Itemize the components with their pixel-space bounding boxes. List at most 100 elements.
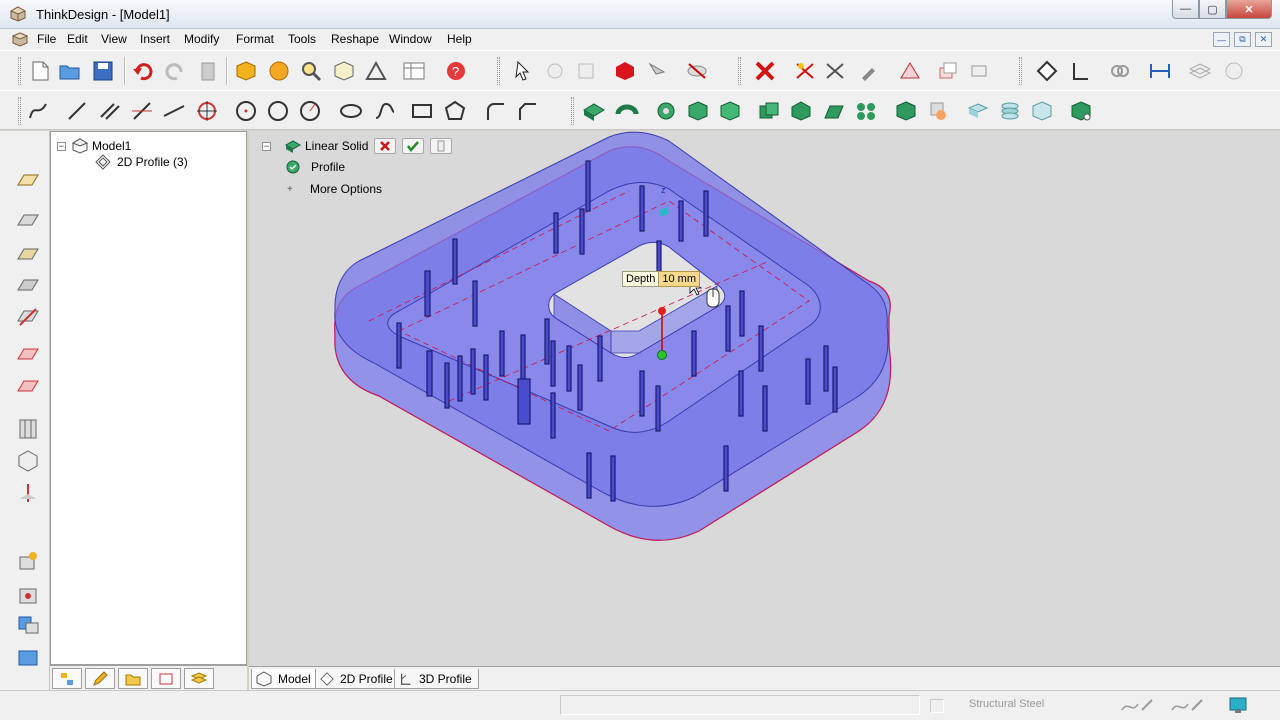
toolbar-grip[interactable] bbox=[738, 57, 741, 85]
menu-window[interactable]: Window bbox=[389, 32, 432, 46]
stack-icon[interactable] bbox=[998, 100, 1022, 122]
menu-edit[interactable]: Edit bbox=[67, 32, 88, 46]
preview-command-button[interactable] bbox=[430, 138, 453, 154]
collapse-toggle[interactable]: − bbox=[262, 141, 271, 151]
collapse-toggle[interactable]: − bbox=[57, 141, 66, 151]
red-shape-icon[interactable] bbox=[613, 60, 637, 82]
tab-model[interactable]: Model bbox=[251, 669, 318, 689]
confirm-command-button[interactable] bbox=[402, 138, 425, 154]
plane-normal-icon[interactable] bbox=[16, 274, 40, 298]
circle-center-icon[interactable] bbox=[234, 100, 258, 122]
tangent-line-icon[interactable] bbox=[162, 100, 186, 122]
box-solid-icon[interactable] bbox=[686, 100, 710, 122]
redo-icon[interactable] bbox=[163, 60, 187, 82]
circle-3pt-icon[interactable] bbox=[266, 100, 290, 122]
pattern-icon[interactable] bbox=[854, 100, 878, 122]
polygon-icon[interactable] bbox=[443, 100, 467, 122]
insert-part-icon[interactable] bbox=[16, 549, 40, 573]
offset-icon[interactable] bbox=[936, 60, 960, 82]
angle-line-icon[interactable] bbox=[130, 100, 154, 122]
plane-angle-icon[interactable] bbox=[16, 305, 40, 329]
tab-model-tree[interactable] bbox=[52, 668, 82, 689]
diamond-icon[interactable] bbox=[1035, 60, 1059, 82]
toolbar-grip[interactable] bbox=[497, 57, 500, 85]
crosshair-icon[interactable] bbox=[195, 100, 219, 122]
assembly-icon[interactable] bbox=[16, 583, 40, 607]
column-icon[interactable] bbox=[16, 417, 40, 441]
delete-icon[interactable] bbox=[753, 60, 777, 82]
tool-wrench-icon[interactable] bbox=[858, 60, 882, 82]
menu-view[interactable]: View bbox=[101, 32, 127, 46]
thicken-icon[interactable] bbox=[966, 100, 990, 122]
monitor-icon[interactable] bbox=[1228, 695, 1248, 715]
arc-icon[interactable] bbox=[298, 100, 322, 122]
box-frame-icon[interactable] bbox=[16, 449, 40, 473]
view-cube-icon[interactable] bbox=[332, 60, 356, 82]
library-icon[interactable] bbox=[16, 645, 40, 669]
tree-node-2d-profile[interactable]: 2D Profile (3) bbox=[95, 154, 188, 170]
select-pointer-icon[interactable] bbox=[510, 60, 534, 82]
section-icon[interactable] bbox=[1030, 100, 1054, 122]
toolbar-grip[interactable] bbox=[571, 97, 574, 125]
new-file-icon[interactable] bbox=[28, 60, 52, 82]
doc-close-button[interactable]: ✕ bbox=[1255, 32, 1272, 47]
measure-icon[interactable] bbox=[364, 60, 388, 82]
trim-icon[interactable] bbox=[793, 60, 817, 82]
tab-favorites[interactable] bbox=[118, 668, 148, 689]
split-solid-icon[interactable] bbox=[894, 100, 918, 122]
close-button[interactable]: ✕ bbox=[1226, 0, 1272, 19]
depth-value[interactable]: 10 mm bbox=[659, 271, 700, 287]
slab-icon[interactable] bbox=[822, 100, 846, 122]
hide-icon[interactable] bbox=[685, 60, 709, 82]
sketch-mode-icon[interactable] bbox=[1118, 696, 1158, 714]
layers-icon[interactable] bbox=[1188, 60, 1212, 82]
tab-draw[interactable] bbox=[85, 668, 115, 689]
rectangle-icon[interactable] bbox=[410, 100, 434, 122]
tab-3d-profile[interactable]: 3D Profile bbox=[394, 669, 479, 689]
box-icon[interactable] bbox=[234, 60, 258, 82]
depth-input[interactable]: Depth 10 mm bbox=[622, 271, 700, 287]
command-more-options-row[interactable]: + More Options bbox=[287, 182, 382, 196]
menu-reshape[interactable]: Reshape bbox=[331, 32, 379, 46]
3d-viewport[interactable]: z − Linear Solid Profile + More Options … bbox=[249, 131, 1280, 666]
render-icon[interactable] bbox=[1222, 60, 1246, 82]
sphere-icon[interactable] bbox=[267, 60, 291, 82]
revolve-solid-icon[interactable] bbox=[615, 100, 639, 122]
help-icon[interactable]: ? bbox=[444, 60, 468, 82]
toolbar-grip[interactable] bbox=[1019, 57, 1022, 85]
command-profile-row[interactable]: Profile bbox=[286, 160, 345, 174]
save-icon[interactable] bbox=[91, 60, 115, 82]
zoom-icon[interactable] bbox=[299, 60, 323, 82]
linear-solid-icon[interactable] bbox=[582, 100, 606, 122]
status-checkbox[interactable] bbox=[930, 699, 944, 713]
tab-layers[interactable] bbox=[184, 668, 214, 689]
tab-records[interactable] bbox=[151, 668, 181, 689]
toolbar-grip[interactable] bbox=[18, 57, 21, 85]
plane-intersect-icon[interactable] bbox=[16, 375, 40, 399]
component-icon[interactable] bbox=[16, 613, 40, 637]
solid-model-graphic[interactable]: z bbox=[249, 131, 1280, 666]
parallel-lines-icon[interactable] bbox=[98, 100, 122, 122]
minimize-button[interactable]: — bbox=[1172, 0, 1199, 19]
tab-2d-profile[interactable]: 2D Profile bbox=[315, 669, 400, 689]
cancel-command-button[interactable] bbox=[374, 138, 397, 154]
hand-tool-icon[interactable] bbox=[927, 100, 951, 122]
line-icon[interactable] bbox=[65, 100, 89, 122]
dimension-icon[interactable] bbox=[1068, 60, 1092, 82]
cylinder-solid-icon[interactable] bbox=[718, 100, 742, 122]
plane-offset-icon[interactable] bbox=[16, 241, 40, 265]
undo-icon[interactable] bbox=[131, 60, 155, 82]
copy-shape-icon[interactable] bbox=[968, 60, 992, 82]
tree-node-model[interactable]: − Model1 bbox=[57, 138, 131, 154]
expand-plus-icon[interactable]: + bbox=[287, 184, 297, 195]
cut-icon[interactable] bbox=[823, 60, 847, 82]
document-icon[interactable] bbox=[12, 32, 28, 47]
menu-modify[interactable]: Modify bbox=[184, 32, 219, 46]
ellipse-icon[interactable] bbox=[339, 100, 363, 122]
distance-icon[interactable] bbox=[1148, 60, 1172, 82]
menu-insert[interactable]: Insert bbox=[140, 32, 170, 46]
chamfer-icon[interactable] bbox=[516, 100, 540, 122]
draft-icon[interactable] bbox=[898, 60, 922, 82]
solid-options-icon[interactable] bbox=[1069, 100, 1093, 122]
plane-3pt-icon[interactable] bbox=[16, 209, 40, 233]
